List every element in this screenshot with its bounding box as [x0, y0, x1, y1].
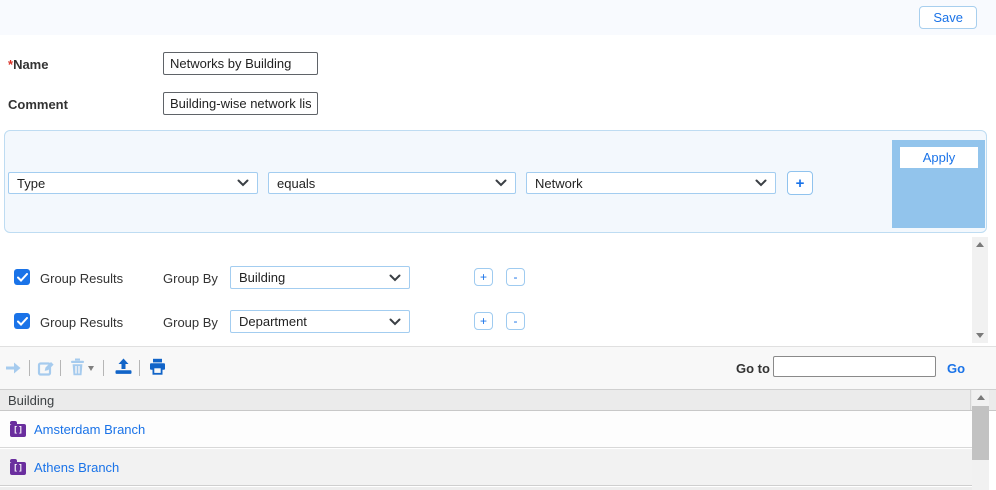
remove-group-button[interactable]: - — [506, 312, 525, 330]
name-label: *Name — [8, 57, 48, 72]
comment-label: Comment — [8, 97, 68, 112]
group-results-checkbox[interactable] — [14, 269, 30, 285]
header-column-divider — [970, 390, 971, 410]
toolbar-separator — [139, 360, 140, 376]
add-group-button[interactable]: + — [474, 268, 493, 286]
filter-field-select[interactable]: Type — [8, 172, 258, 194]
table-row[interactable]: Amsterdam Branch — [0, 411, 972, 448]
scrollbar-thumb[interactable] — [972, 406, 989, 460]
forward-arrow-icon[interactable] — [4, 360, 24, 376]
comment-input[interactable] — [163, 92, 318, 115]
group-results-label: Group Results — [40, 315, 123, 330]
chevron-down-icon — [755, 179, 767, 187]
delete-dropdown-caret-icon[interactable] — [88, 366, 94, 371]
filter-operator-select[interactable]: equals — [268, 172, 516, 194]
group-by-select[interactable]: Department — [230, 310, 410, 333]
scroll-down-arrow-icon[interactable] — [976, 333, 984, 338]
building-link[interactable]: Athens Branch — [34, 460, 119, 475]
filter-value-value: Network — [535, 176, 583, 191]
chevron-down-icon — [495, 179, 507, 187]
table-header-row: Building — [0, 389, 996, 411]
filter-operator-value: equals — [277, 176, 315, 191]
goto-label: Go to — [736, 361, 770, 376]
remove-group-button[interactable]: - — [506, 268, 525, 286]
group-by-label: Group By — [163, 315, 218, 330]
print-icon[interactable] — [149, 358, 166, 375]
table-scrollbar[interactable] — [972, 390, 989, 490]
top-bar — [0, 0, 996, 35]
goto-input[interactable] — [773, 356, 936, 377]
add-criteria-button[interactable]: + — [787, 171, 813, 195]
toolbar-separator — [29, 360, 30, 376]
building-group-icon — [10, 462, 26, 475]
add-group-button[interactable]: + — [474, 312, 493, 330]
chevron-down-icon — [389, 318, 401, 326]
check-icon — [17, 317, 28, 326]
scroll-up-arrow-icon[interactable] — [976, 242, 984, 247]
toolbar-separator — [103, 360, 104, 376]
apply-button[interactable]: Apply — [900, 147, 978, 168]
scroll-up-arrow-icon[interactable] — [977, 395, 985, 400]
chevron-down-icon — [237, 179, 249, 187]
toolbar-separator — [60, 360, 61, 376]
building-group-icon — [10, 424, 26, 437]
chevron-down-icon — [389, 274, 401, 282]
group-by-select[interactable]: Building — [230, 266, 410, 289]
group-results-checkbox[interactable] — [14, 313, 30, 329]
filter-value-select[interactable]: Network — [526, 172, 776, 194]
go-button[interactable]: Go — [947, 361, 965, 376]
column-header-building[interactable]: Building — [8, 393, 54, 408]
table-row[interactable]: Athens Branch — [0, 449, 972, 486]
save-button[interactable]: Save — [919, 6, 977, 29]
name-input[interactable] — [163, 52, 318, 75]
check-icon — [17, 273, 28, 282]
filter-field-value: Type — [17, 176, 45, 191]
building-link[interactable]: Amsterdam Branch — [34, 422, 145, 437]
name-label-text: Name — [13, 57, 48, 72]
view-builder-screen: Save *Name Comment Type equals Network +… — [0, 0, 996, 490]
group-results-label: Group Results — [40, 271, 123, 286]
group-by-value: Department — [239, 314, 307, 329]
group-by-value: Building — [239, 270, 285, 285]
group-by-label: Group By — [163, 271, 218, 286]
edit-icon[interactable] — [37, 359, 55, 377]
export-icon[interactable] — [114, 358, 133, 375]
grouping-scrollbar[interactable] — [972, 237, 988, 343]
delete-icon[interactable] — [70, 358, 85, 376]
